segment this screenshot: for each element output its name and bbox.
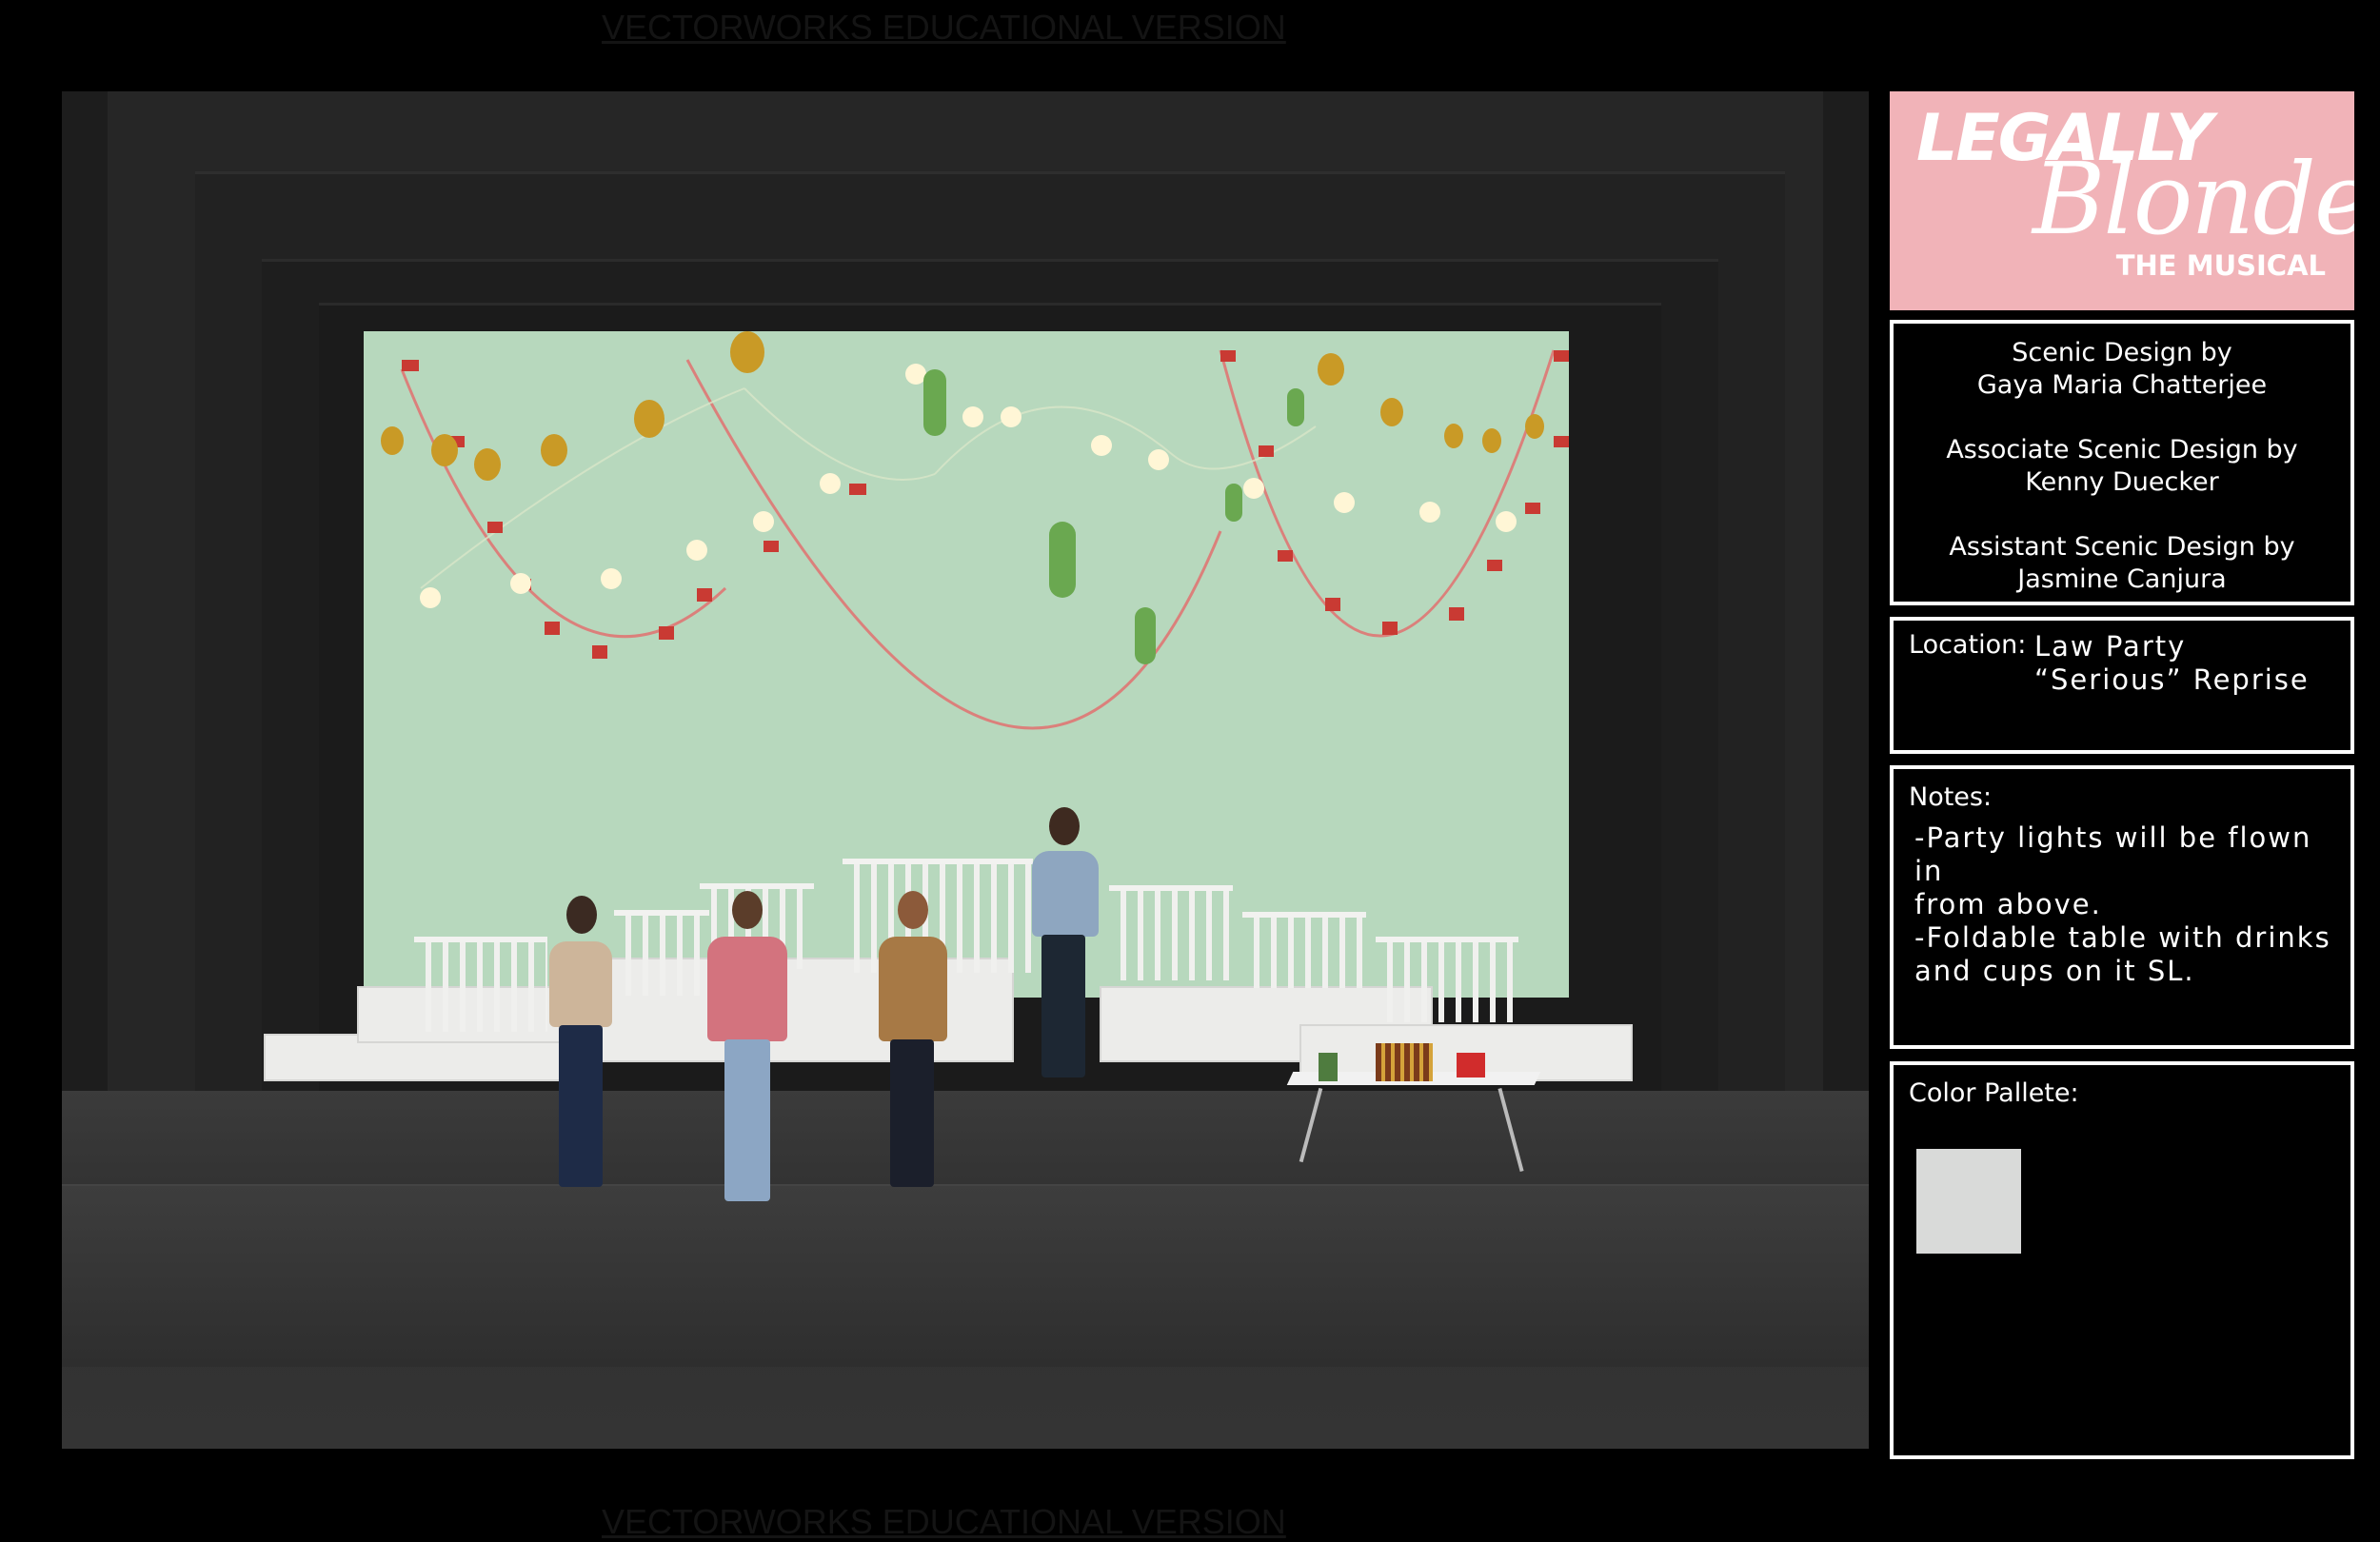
location-line-2: “Serious” Reprise: [2034, 663, 2310, 696]
associate-name: Kenny Duecker: [2025, 467, 2219, 497]
stage-apron: [62, 1184, 1869, 1367]
location-label: Location:: [1909, 630, 2027, 660]
associate-role: Associate Scenic Design by: [1946, 435, 2298, 465]
color-swatch: [1916, 1149, 2021, 1254]
notes-line-2: from above.: [1914, 888, 2102, 920]
railing-right: [1242, 912, 1366, 988]
credits-box: Scenic Design by Gaya Maria Chatterjee A…: [1890, 320, 2354, 605]
railing-left: [414, 937, 547, 1032]
location-line-1: Law Party: [2034, 630, 2187, 662]
palette-label: Color Pallete:: [1909, 1078, 2079, 1108]
assistant-role: Assistant Scenic Design by: [1949, 532, 2295, 562]
railing-center-right: [1109, 885, 1233, 980]
scenic-role: Scenic Design by: [2012, 338, 2232, 367]
notes-box: Notes: -Party lights will be flown in fr…: [1890, 765, 2354, 1049]
notes-line-3: -Foldable table with drinks: [1914, 921, 2331, 954]
assistant-name: Jasmine Canjura: [2017, 564, 2227, 594]
location-value: Law Party “Serious” Reprise: [2034, 630, 2310, 697]
scenic-name: Gaya Maria Chatterjee: [1976, 370, 2268, 400]
logo-blonde: Blonde: [2033, 141, 2354, 257]
color-palette-box: Color Pallete:: [1890, 1061, 2354, 1459]
drinks-table-icon: [1286, 1043, 1541, 1186]
logo-the-musical: THE MUSICAL: [2115, 249, 2326, 282]
watermark-top: VECTORWORKS EDUCATIONAL VERSION: [602, 8, 1286, 47]
railing-right-2: [1376, 937, 1518, 1022]
actor-1: [538, 896, 624, 1191]
actor-3: [869, 891, 955, 1191]
notes-line-1: -Party lights will be flown in: [1914, 821, 2312, 887]
watermark-bottom: VECTORWORKS EDUCATIONAL VERSION: [602, 1502, 1286, 1541]
stage-render: [62, 91, 1869, 1449]
show-logo: LEGALLY Blonde THE MUSICAL: [1890, 91, 2354, 310]
notes-label: Notes:: [1909, 782, 1993, 812]
actor-2: [700, 891, 795, 1205]
actor-4: [1026, 807, 1102, 1083]
notes-line-4: and cups on it SL.: [1914, 955, 2195, 987]
location-box: Location: Law Party “Serious” Reprise: [1890, 617, 2354, 754]
railing-left-2: [614, 910, 709, 996]
